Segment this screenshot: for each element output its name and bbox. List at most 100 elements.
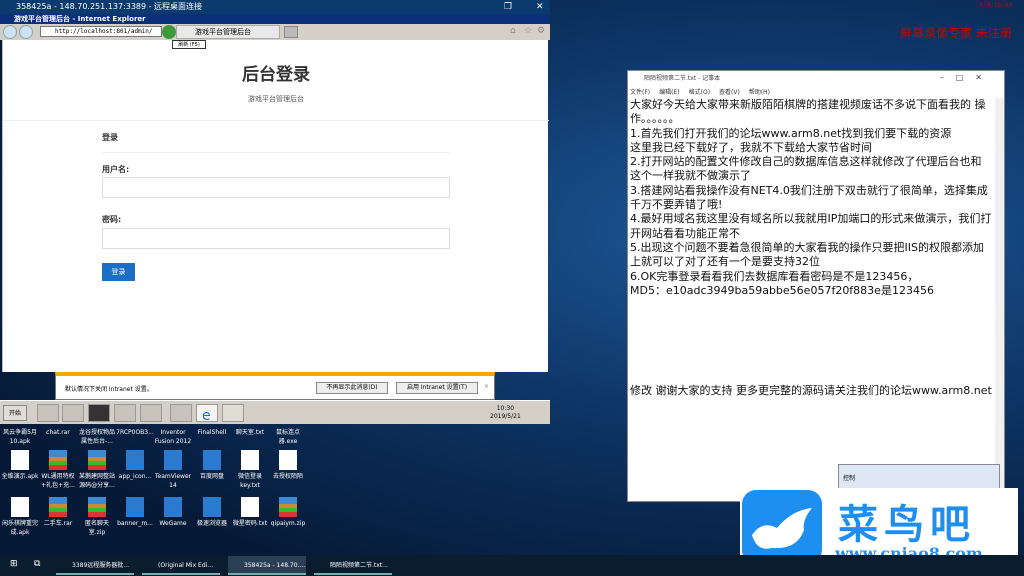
taskbar-app-icon[interactable]: [62, 404, 84, 422]
divider: [102, 152, 450, 153]
address-bar[interactable]: http://localhost:801/admin/: [40, 26, 162, 37]
desktop-icon[interactable]: 全维演示.apk: [1, 450, 39, 481]
desktop-icon[interactable]: Inventor Fusion 2012: [154, 428, 192, 446]
task-view-icon[interactable]: ⧉: [34, 559, 40, 569]
desktop-icon[interactable]: 二手车.rar: [39, 497, 77, 528]
desktop-icon[interactable]: FinalShell: [193, 428, 231, 437]
password-input[interactable]: [102, 228, 450, 249]
menu-help[interactable]: 帮助(H): [749, 89, 770, 96]
rar-file-icon: [49, 497, 67, 517]
text-line: 6.OK完事登录看看我们去数据库看看密码是不是123456，: [630, 269, 919, 283]
favorites-icon[interactable]: ☆: [524, 26, 532, 36]
desktop-icon-label: 风云争霸5月10.apk: [3, 429, 37, 445]
taskbar-item[interactable]: (Original Mix Edi...: [142, 556, 220, 575]
taskbar-item[interactable]: 3389远程服务器批...: [56, 556, 134, 575]
file-file-icon: [241, 497, 259, 517]
app-file-icon: [126, 450, 144, 470]
settings-gear-icon[interactable]: ⚙: [537, 26, 545, 36]
forward-button[interactable]: [19, 25, 33, 39]
desktop-icon[interactable]: banner_m...: [116, 497, 154, 528]
taskbar-item[interactable]: 358425a - 148.70....: [228, 556, 306, 575]
taskbar-app-icon[interactable]: [114, 404, 136, 422]
system-clock[interactable]: 10:30 2019/5/21: [490, 405, 521, 421]
desktop-icon-label: 百度网盘: [199, 473, 224, 480]
window-controls[interactable]: –□✕: [940, 73, 994, 82]
desktop-icon[interactable]: WeGame: [154, 497, 192, 528]
desktop-icon[interactable]: 百度网盘: [193, 450, 231, 481]
rdp-title: 358425a - 148.70.251.137:3389 - 远程桌面连接: [16, 2, 203, 11]
notepad-menu: 文件(F) 编辑(E) 格式(O) 查看(V) 帮助(H): [628, 87, 1004, 98]
desktop-icon[interactable]: TeamViewer 14: [154, 450, 192, 490]
desktop-icon-label: 聊天室.txt: [235, 429, 265, 436]
desktop-icon-label: banner_m...: [117, 520, 153, 527]
taskbar-app-icon[interactable]: [170, 404, 192, 422]
desktop-icon-label: 匿名聊天室.zip: [84, 520, 109, 536]
recorder-watermark: 屏幕录像专家 未注册: [900, 26, 1012, 40]
watermark-cn: 菜鸟吧: [838, 501, 976, 548]
scrollbar[interactable]: [995, 98, 1004, 502]
desktop-icon[interactable]: 某鹅建网整站源码@分享...: [78, 450, 116, 490]
back-button[interactable]: [3, 25, 17, 39]
rar-file-icon: [88, 497, 106, 517]
ie-taskbar-icon[interactable]: e: [196, 404, 218, 424]
desktop-icon-label: 7RCP0OB3...: [116, 429, 154, 436]
file-file-icon: [11, 497, 29, 517]
desktop-icon[interactable]: 匿名聊天室.zip: [78, 497, 116, 537]
desktop-icon[interactable]: 极速浏览器: [193, 497, 231, 528]
desktop-icon[interactable]: 7RCP0OB3...: [116, 428, 154, 437]
desktop-icon[interactable]: qipaiym.zip: [269, 497, 307, 528]
restore-button[interactable]: ❐: [504, 0, 512, 14]
taskbar-app-icon[interactable]: [37, 404, 59, 422]
clock-time: 10:30: [496, 405, 515, 412]
dont-show-button[interactable]: 不再显示此消息(D): [316, 382, 388, 394]
notepad-text-area[interactable]: 大家好今天给大家带来新版陌陌棋牌的搭建视频废话不多说下面看我的 操作。。。。。。…: [628, 98, 994, 398]
text-line: 2.打开网站的配置文件修改自己的数据库信息这样就修改了代理后台也和这个一样我就不…: [630, 155, 982, 183]
control-title: 控制: [843, 475, 856, 482]
desktop-icon-label: 微信登录key.txt: [237, 473, 262, 489]
desktop-icon-label: 闲乐棋牌重完成.apk: [1, 520, 38, 536]
taskbar-app-icon[interactable]: [140, 404, 162, 422]
menu-format[interactable]: 格式(O): [689, 89, 710, 96]
enable-intranet-button[interactable]: 启用 Intranet 设置(T): [396, 382, 478, 394]
menu-view[interactable]: 查看(V): [719, 89, 740, 96]
desktop-icon[interactable]: 微星密码.txt: [231, 497, 269, 528]
file-file-icon: [279, 450, 297, 470]
close-button[interactable]: ✕: [536, 0, 544, 14]
ie-title: 游戏平台管理后台 - Internet Explorer: [14, 15, 146, 23]
rar-file-icon: [49, 450, 67, 470]
start-button[interactable]: 开始: [3, 405, 27, 421]
rdp-title-bar: 358425a - 148.70.251.137:3389 - 远程桌面连接 ❐…: [0, 0, 550, 14]
desktop-icon[interactable]: 龙谷授权物品属性后台-...: [78, 428, 116, 446]
bird-logo-icon: [742, 490, 822, 564]
login-button[interactable]: 登录: [102, 263, 135, 281]
app-file-icon: [126, 497, 144, 517]
menu-edit[interactable]: 编辑(E): [659, 89, 679, 96]
remote-taskbar: 开始 e 10:30 2019/5/21: [0, 400, 550, 424]
taskbar-app-icon[interactable]: [88, 404, 110, 422]
password-label: 密码:: [102, 215, 122, 224]
tab-admin[interactable]: 游戏平台管理后台: [176, 25, 280, 39]
menu-file[interactable]: 文件(F): [630, 89, 650, 96]
divider: [3, 120, 549, 121]
home-icon[interactable]: ⌂: [510, 26, 516, 36]
desktop-icon[interactable]: 去授权陌陌: [269, 450, 307, 481]
desktop-icon[interactable]: 聊天室.txt: [231, 428, 269, 437]
taskbar-app-icon[interactable]: [222, 404, 244, 422]
desktop-icon[interactable]: chat.rar: [39, 428, 77, 437]
desktop-icon[interactable]: WL通用特权+礼包+充...: [39, 450, 77, 490]
new-tab-button[interactable]: [284, 26, 298, 38]
windows-start-icon[interactable]: ⊞: [10, 559, 18, 569]
desktop-icon-label: 鼠标连点器.exe: [275, 429, 300, 445]
desktop-icon[interactable]: app_icon...: [116, 450, 154, 481]
desktop-icon[interactable]: 鼠标连点器.exe: [269, 428, 307, 446]
desktop-icon[interactable]: 闲乐棋牌重完成.apk: [1, 497, 39, 537]
text-line: 1.首先我们打开我们的论坛www.arm8.net找到我们要下载的资源: [630, 126, 952, 140]
file-file-icon: [241, 450, 259, 470]
username-input[interactable]: [102, 177, 450, 198]
text-line: 大家好今天给大家带来新版陌陌棋牌的搭建视频废话不多说下面看我的 操作。。。。。。: [630, 98, 986, 126]
taskbar-item[interactable]: 陌陌视频第二节.txt...: [314, 556, 392, 575]
desktop-icon[interactable]: 微信登录key.txt: [231, 450, 269, 490]
desktop-icon[interactable]: 风云争霸5月10.apk: [1, 428, 39, 446]
refresh-button[interactable]: [162, 25, 176, 39]
infobar-close-icon[interactable]: ×: [484, 383, 489, 390]
